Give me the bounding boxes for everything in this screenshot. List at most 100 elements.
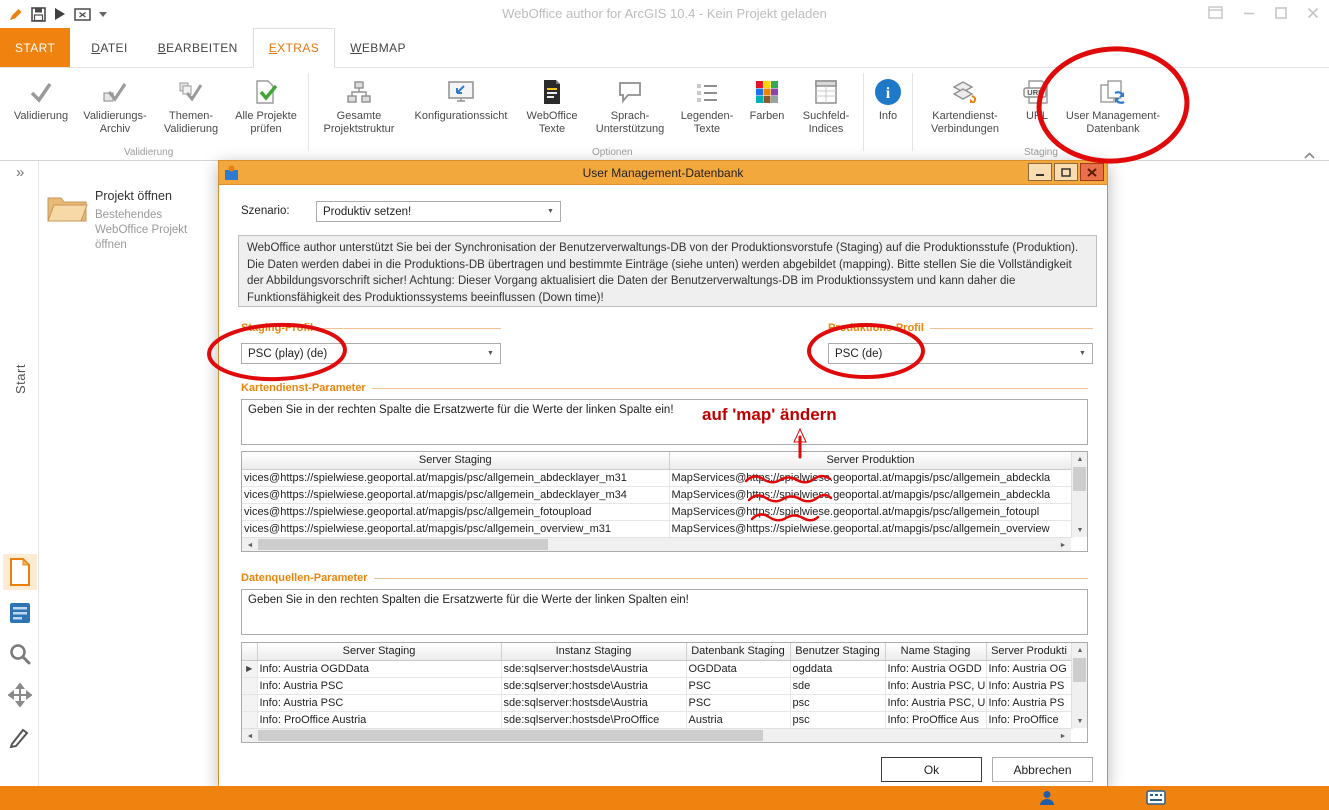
table-row[interactable]: vices@https://spielwiese.geoportal.at/ma… xyxy=(242,469,1072,486)
color-grid-icon xyxy=(755,74,779,110)
scrollbar-thumb[interactable] xyxy=(258,539,548,550)
table-row[interactable]: vices@https://spielwiese.geoportal.at/ma… xyxy=(242,503,1072,520)
vertical-scrollbar[interactable]: ▲ ▼ xyxy=(1071,643,1087,728)
ribbon-button-farben[interactable]: Farben xyxy=(741,71,793,136)
column-header-server-produktion[interactable]: Server Produktion xyxy=(669,452,1072,469)
cancel-button[interactable]: Abbrechen xyxy=(992,757,1093,782)
ribbon-button-validierung[interactable]: Validierung xyxy=(6,71,76,136)
vertical-scrollbar[interactable]: ▲ ▼ xyxy=(1071,452,1087,537)
column-header-server-staging[interactable]: Server Staging xyxy=(242,452,669,469)
user-status-icon[interactable] xyxy=(1038,789,1056,810)
kartendienst-group-label: Kartendienst-Parameter xyxy=(241,381,1088,395)
tab-bearbeiten[interactable]: BEARBEITEN xyxy=(143,28,253,67)
pan-icon[interactable] xyxy=(3,677,37,713)
dialog-maximize-button[interactable] xyxy=(1054,163,1078,181)
table-row[interactable]: Info: ProOffice Austriasde:sqlserver:hos… xyxy=(242,711,1072,728)
column-header-datenbank-staging[interactable]: Datenbank Staging xyxy=(686,643,790,660)
table-row[interactable]: vices@https://spielwiese.geoportal.at/ma… xyxy=(242,520,1072,537)
column-header-benutzer-staging[interactable]: Benutzer Staging xyxy=(790,643,885,660)
ribbon-button-url[interactable]: URL URL xyxy=(1013,71,1061,136)
scroll-down-icon[interactable]: ▼ xyxy=(1072,714,1088,728)
side-icon-strip xyxy=(3,554,37,759)
column-header-name-staging[interactable]: Name Staging xyxy=(885,643,986,660)
horizontal-scrollbar[interactable]: ◄ ► xyxy=(242,537,1071,551)
open-project-title[interactable]: Projekt öffnen xyxy=(95,189,172,203)
ribbon-button-validierungs-archiv[interactable]: Validierungs-Archiv xyxy=(76,71,154,136)
scroll-up-icon[interactable]: ▲ xyxy=(1072,643,1088,657)
produktions-profil-dropdown[interactable]: PSC (de) ▼ xyxy=(828,343,1093,364)
ribbon-button-suchfeld-indices[interactable]: Suchfeld-Indices xyxy=(793,71,859,136)
dialog-title: User Management-Datenbank xyxy=(219,166,1107,180)
theme-check-icon xyxy=(178,74,204,110)
ribbon-group-label-optionen: Optionen xyxy=(592,147,633,158)
datenquellen-instruction: Geben Sie in den rechten Spalten die Ers… xyxy=(241,589,1088,635)
dialog-titlebar[interactable]: User Management-Datenbank xyxy=(219,161,1107,185)
table-row[interactable]: Info: Austria PSCsde:sqlserver:hostsde\A… xyxy=(242,677,1072,694)
svg-text:i: i xyxy=(886,85,891,102)
scroll-left-icon[interactable]: ◄ xyxy=(242,538,258,552)
ribbon-button-sprach-unterstuetzung[interactable]: Sprach-Unterstützung xyxy=(587,71,673,136)
ribbon-button-weboffice-texte[interactable]: WebOfficeTexte xyxy=(517,71,587,136)
window-options-icon[interactable] xyxy=(1208,6,1223,24)
tab-extras[interactable]: EXTRAS xyxy=(253,28,335,68)
dialog-icon xyxy=(224,165,239,186)
maximize-button[interactable] xyxy=(1275,6,1287,24)
scroll-up-icon[interactable]: ▲ xyxy=(1072,452,1088,466)
mapservice-icon xyxy=(950,74,980,110)
ribbon-button-user-management-datenbank[interactable]: User Management-Datenbank xyxy=(1061,71,1165,136)
sync-info-text: WebOffice author unterstützt Sie bei der… xyxy=(238,235,1097,307)
szenario-dropdown[interactable]: Produktiv setzen! ▼ xyxy=(316,201,561,222)
scroll-right-icon[interactable]: ► xyxy=(1055,729,1071,743)
window-controls xyxy=(1208,6,1319,24)
dropdown-arrow-icon: ▼ xyxy=(543,204,558,219)
expand-panel-chevron[interactable]: » xyxy=(16,164,24,181)
dialog-body: Szenario: Produktiv setzen! ▼ WebOffice … xyxy=(219,185,1107,786)
dark-document-icon xyxy=(541,74,563,110)
status-bar xyxy=(0,786,1329,810)
column-header-server-staging[interactable]: Server Staging xyxy=(257,643,501,660)
open-project-folder-icon[interactable] xyxy=(46,192,88,229)
ribbon-button-info[interactable]: i Info xyxy=(868,71,908,136)
blue-panel-icon[interactable] xyxy=(3,595,37,631)
dialog-minimize-button[interactable] xyxy=(1028,163,1052,181)
search-icon[interactable] xyxy=(3,636,37,672)
ribbon-collapse-icon[interactable] xyxy=(1304,146,1315,164)
start-vertical-label: Start xyxy=(13,364,28,394)
table-row[interactable]: ▶ Info: Austria OGDDatasde:sqlserver:hos… xyxy=(242,660,1072,677)
table-row[interactable]: Info: Austria PSCsde:sqlserver:hostsde\A… xyxy=(242,694,1072,711)
staging-profil-dropdown[interactable]: PSC (play) (de) ▼ xyxy=(241,343,501,364)
scrollbar-thumb[interactable] xyxy=(258,730,763,741)
ribbon-button-alle-projekte-pruefen[interactable]: Alle Projekteprüfen xyxy=(228,71,304,136)
scrollbar-thumb[interactable] xyxy=(1073,658,1086,682)
ribbon-group-separator xyxy=(308,73,309,151)
ribbon-button-themen-validierung[interactable]: Themen-Validierung xyxy=(154,71,228,136)
tab-start[interactable]: START xyxy=(0,28,70,67)
scroll-down-icon[interactable]: ▼ xyxy=(1072,523,1088,537)
column-header-server-produktion[interactable]: Server Produkti xyxy=(986,643,1072,660)
horizontal-scrollbar[interactable]: ◄ ► xyxy=(242,728,1071,742)
keyboard-language-icon[interactable] xyxy=(1146,790,1166,810)
validate-check-icon xyxy=(28,74,54,110)
scrollbar-thumb[interactable] xyxy=(1073,467,1086,491)
tab-webmap[interactable]: WEBMAP xyxy=(335,28,421,67)
ok-button[interactable]: Ok xyxy=(881,757,982,782)
ribbon-button-legenden-texte[interactable]: Legenden-Texte xyxy=(673,71,741,136)
pen-icon[interactable] xyxy=(3,718,37,754)
dialog-close-button[interactable] xyxy=(1080,163,1104,181)
ribbon-button-gesamte-projektstruktur[interactable]: GesamteProjektstruktur xyxy=(313,71,405,136)
left-strip-divider xyxy=(38,161,39,786)
minimize-button[interactable] xyxy=(1243,6,1255,24)
ribbon-button-kartendienst-verbindungen[interactable]: Kartendienst-Verbindungen xyxy=(917,71,1013,136)
ribbon-button-konfigurationssicht[interactable]: Konfigurationssicht xyxy=(405,71,517,136)
legend-list-icon xyxy=(694,74,720,110)
url-icon: URL xyxy=(1022,74,1052,110)
kartendienst-instruction: Geben Sie in der rechten Spalte die Ersa… xyxy=(241,399,1088,445)
close-button[interactable] xyxy=(1307,6,1319,24)
produktions-profil-group-label: Produktions-Profil xyxy=(828,321,1093,335)
tab-datei[interactable]: DATEI xyxy=(76,28,142,67)
column-header-instanz-staging[interactable]: Instanz Staging xyxy=(501,643,686,660)
project-page-icon[interactable] xyxy=(3,554,37,590)
scroll-right-icon[interactable]: ► xyxy=(1055,538,1071,552)
scroll-left-icon[interactable]: ◄ xyxy=(242,729,258,743)
table-row[interactable]: vices@https://spielwiese.geoportal.at/ma… xyxy=(242,486,1072,503)
